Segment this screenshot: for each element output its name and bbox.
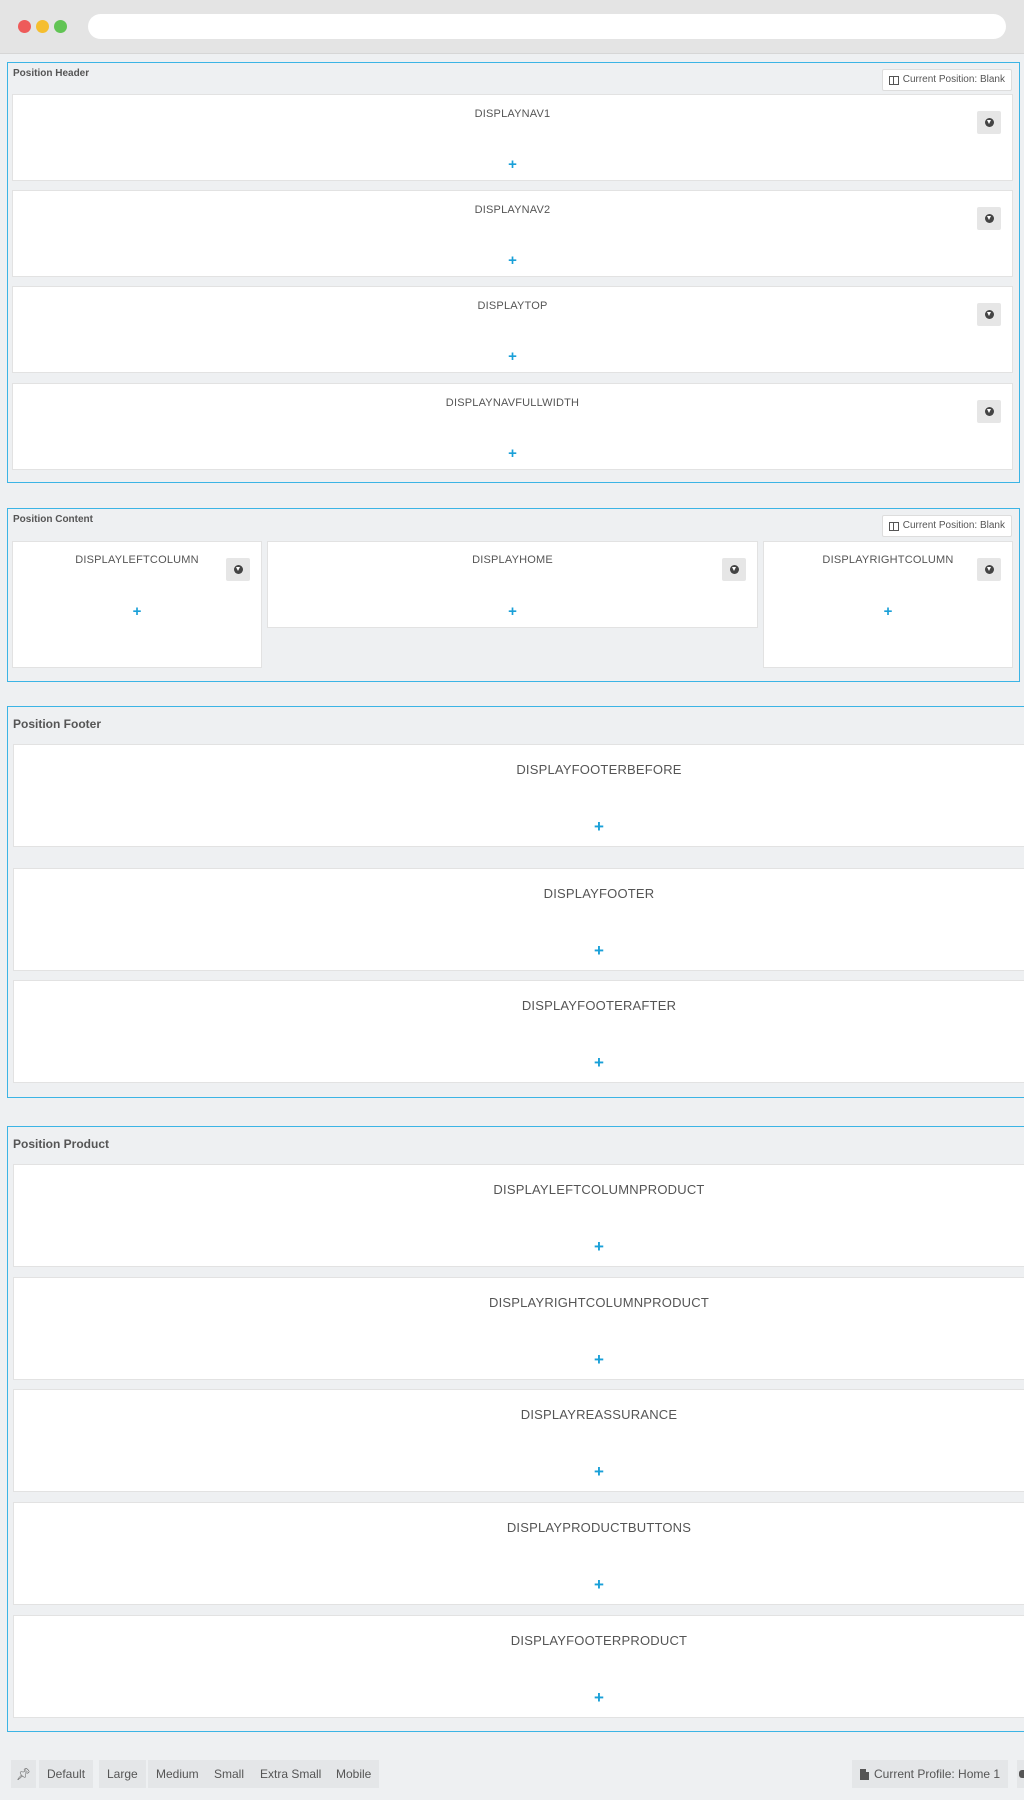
download-icon[interactable] [226,558,250,581]
device-small-button[interactable]: Small [206,1760,253,1788]
add-module-button[interactable]: + [14,1576,1024,1593]
add-module-button[interactable]: + [14,1351,1024,1368]
hook-name: DISPLAYREASSURANCE [520,1407,678,1422]
hook-name: DISPLAYHOME [472,554,553,566]
hook-name: DISPLAYFOOTERPRODUCT [510,1633,688,1648]
hook-displayhome: DISPLAYHOME + [267,541,758,628]
hook-displayrightcolumnproduct: DISPLAYRIGHTCOLUMNPRODUCT + [13,1277,1024,1380]
device-default-button[interactable]: Default [39,1760,94,1788]
hook-name: DISPLAYFOOTER [543,886,655,901]
add-module-button[interactable]: + [13,157,1012,172]
add-module-button[interactable]: + [14,1689,1024,1706]
hook-name: DISPLAYRIGHTCOLUMNPRODUCT [488,1295,709,1310]
device-extra-small-button[interactable]: Extra Small [252,1760,330,1788]
hook-displayfooterbefore: DISPLAYFOOTERBEFORE + [13,744,1024,847]
position-title: Position Header [13,68,90,79]
hook-name: DISPLAYNAVFULLWIDTH [445,397,580,409]
current-position-button[interactable]: Current Position: Blank [881,69,1012,91]
device-medium-button[interactable]: Medium [148,1760,207,1788]
position-content: Position Content Current Position: Blank… [7,508,1020,682]
hook-displaynav2: DISPLAYNAV2 + [12,190,1013,277]
hook-displaynav1: DISPLAYNAV1 + [12,94,1013,181]
add-module-button[interactable]: + [14,942,1024,959]
hook-name: DISPLAYRIGHTCOLUMN [822,554,954,566]
hook-name: DISPLAYFOOTERAFTER [521,998,677,1013]
current-profile-button[interactable]: Current Profile: Home 1 [852,1760,1009,1788]
hook-displaynavfullwidth: DISPLAYNAVFULLWIDTH + [12,383,1013,470]
download-icon[interactable] [977,111,1001,134]
hook-displayrightcolumn: DISPLAYRIGHTCOLUMN + [763,541,1013,668]
browser-chrome [0,0,1024,54]
position-title: Position Footer [13,717,101,731]
download-icon[interactable] [722,558,746,581]
hook-name: DISPLAYPRODUCTBUTTONS [506,1520,692,1535]
add-module-button[interactable]: + [268,604,757,619]
hook-displayfooterproduct: DISPLAYFOOTERPRODUCT + [13,1615,1024,1718]
current-position-button[interactable]: Current Position: Blank [881,515,1012,537]
add-module-button[interactable]: + [764,604,1012,619]
hook-displayreassurance: DISPLAYREASSURANCE + [13,1389,1024,1492]
download-icon[interactable] [977,207,1001,230]
pin-icon[interactable]: 📌︎ [11,1760,36,1788]
hook-displayleftcolumnproduct: DISPLAYLEFTCOLUMNPRODUCT + [13,1164,1024,1267]
add-module-button[interactable]: + [13,253,1012,268]
columns-icon [888,521,899,531]
hook-name: DISPLAYFOOTERBEFORE [516,762,682,777]
add-module-button[interactable]: + [14,1054,1024,1071]
hook-name: DISPLAYNAV1 [474,108,551,120]
minimize-window-dot[interactable] [36,20,49,33]
address-bar[interactable] [88,14,1006,39]
hook-name: DISPLAYNAV2 [474,204,551,216]
add-module-button[interactable]: + [14,818,1024,835]
position-header: Position Header Current Position: Blank … [7,62,1020,483]
close-window-dot[interactable] [18,20,31,33]
maximize-window-dot[interactable] [54,20,67,33]
document-icon [860,1768,869,1780]
hook-name: DISPLAYLEFTCOLUMNPRODUCT [493,1182,705,1197]
add-module-button[interactable]: + [13,604,261,619]
current-profile-label: Current Profile: Home 1 [874,1767,1001,1781]
hook-displaytop: DISPLAYTOP + [12,286,1013,373]
download-icon[interactable] [977,558,1001,581]
current-position-label: Current Position: Blank [902,520,1005,531]
hook-displayfooterafter: DISPLAYFOOTERAFTER + [13,980,1024,1083]
position-title: Position Product [13,1137,109,1151]
add-module-button[interactable]: + [14,1238,1024,1255]
hook-displayleftcolumn: DISPLAYLEFTCOLUMN + [12,541,262,668]
add-module-button[interactable]: + [14,1463,1024,1480]
device-large-button[interactable]: Large [99,1760,146,1788]
download-icon[interactable] [977,303,1001,326]
hook-name: DISPLAYTOP [477,300,548,312]
download-icon[interactable] [977,400,1001,423]
current-position-label: Current Position: Blank [902,74,1005,85]
device-toolbar: 📌︎ Default Large Medium Small Extra Smal… [11,1760,1024,1788]
settings-icon[interactable] [1017,1760,1024,1788]
hook-displayproductbuttons: DISPLAYPRODUCTBUTTONS + [13,1502,1024,1605]
position-title: Position Content [13,514,93,525]
device-mobile-button[interactable]: Mobile [328,1760,380,1788]
add-module-button[interactable]: + [13,446,1012,461]
position-product: Position Product DISPLAYLEFTCOLUMNPRODUC… [7,1126,1024,1732]
hook-displayfooter: DISPLAYFOOTER + [13,868,1024,971]
columns-icon [888,75,899,85]
position-footer: Position Footer DISPLAYFOOTERBEFORE + DI… [7,706,1024,1098]
hook-name: DISPLAYLEFTCOLUMN [75,554,199,566]
add-module-button[interactable]: + [13,349,1012,364]
